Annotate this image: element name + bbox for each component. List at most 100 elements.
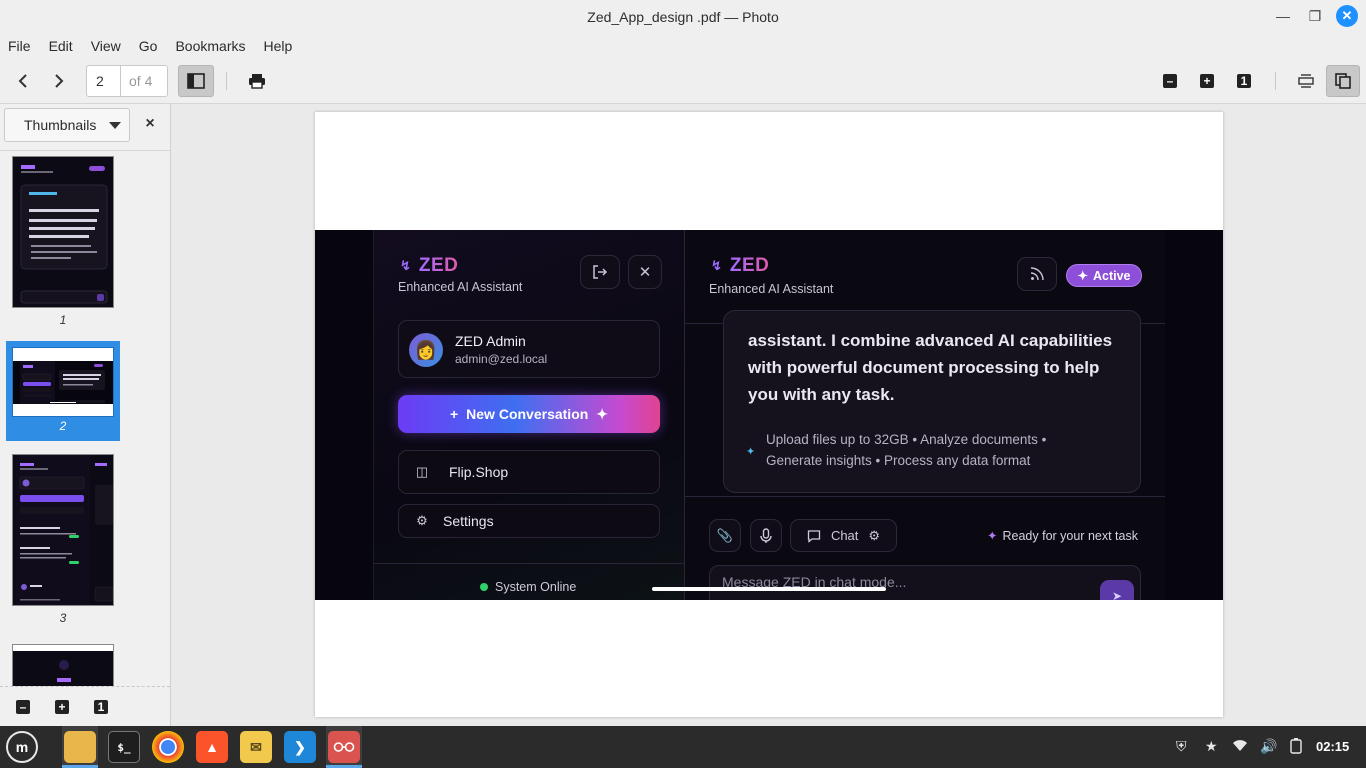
menu-file[interactable]: File bbox=[8, 38, 31, 54]
dual-page-button[interactable] bbox=[1326, 65, 1360, 97]
brave-icon[interactable]: ▲ bbox=[196, 731, 228, 763]
chevron-down-icon bbox=[109, 122, 121, 129]
print-button[interactable] bbox=[240, 65, 274, 97]
sidebar-icon bbox=[187, 73, 205, 89]
assistant-message: assistant. I combine advanced AI capabil… bbox=[723, 310, 1141, 493]
shield-icon[interactable]: ⛨ bbox=[1176, 738, 1187, 755]
ready-status: ✦ Ready for your next task bbox=[987, 528, 1138, 544]
menu-go[interactable]: Go bbox=[139, 38, 158, 54]
dual-page-icon bbox=[1335, 73, 1351, 89]
menu-item-label: Flip.Shop bbox=[449, 464, 509, 480]
document-page: ↯ ZED Enhanced AI Assistant ✕ 👩 ZED Admi… bbox=[315, 112, 1223, 717]
menu-item-settings[interactable]: ⚙ Settings bbox=[398, 504, 660, 538]
thumbnail-zoom-out-button[interactable]: – bbox=[6, 691, 40, 723]
brand-name: ZED bbox=[729, 255, 770, 276]
rss-button[interactable] bbox=[1017, 257, 1057, 291]
send-button[interactable]: ➤ bbox=[1100, 580, 1134, 600]
sidebar-zoom-controls: – + 1 bbox=[0, 686, 170, 726]
menu-bar: File Edit View Go Bookmarks Help bbox=[0, 33, 1366, 59]
menu-edit[interactable]: Edit bbox=[49, 38, 73, 54]
wifi-shape bbox=[1233, 740, 1247, 751]
menu-icon[interactable]: m bbox=[6, 731, 38, 763]
close-icon[interactable]: ✕ bbox=[1336, 5, 1358, 27]
divider bbox=[374, 563, 686, 564]
minus-icon: – bbox=[16, 700, 30, 714]
title-bar: Zed_App_design .pdf — Photo — ❐ ✕ bbox=[0, 0, 1366, 33]
user-card[interactable]: 👩 ZED Admin admin@zed.local bbox=[398, 320, 660, 378]
brand-name: ZED bbox=[418, 255, 459, 276]
gear-icon: ⚙ bbox=[868, 527, 881, 543]
window-title: Zed_App_design .pdf — Photo bbox=[587, 8, 779, 25]
chat-mode-selector[interactable]: Chat ⚙ bbox=[790, 519, 897, 552]
microphone-button[interactable] bbox=[750, 519, 782, 552]
sidebar-toggle-button[interactable] bbox=[178, 65, 214, 97]
thumbnail-page-2[interactable] bbox=[12, 347, 114, 417]
battery-icon[interactable] bbox=[1290, 738, 1302, 757]
close-panel-button[interactable]: ✕ bbox=[628, 255, 662, 289]
thumbnail-zoom-in-button[interactable]: + bbox=[45, 691, 79, 723]
vscode-icon[interactable]: ❯ bbox=[284, 731, 316, 763]
toolbar: 2 of 4 – + 1 bbox=[0, 59, 1366, 104]
sparkle-icon: ✦ bbox=[596, 405, 609, 422]
taskbar: m $_ ▲ ✉ ❯ ⛨ ★ 🔊 02:15 bbox=[0, 726, 1366, 768]
microphone-icon bbox=[760, 527, 772, 543]
minus-icon: – bbox=[1163, 74, 1177, 88]
chat-panel: ↯ ZED Enhanced AI Assistant ✦ Active ass… bbox=[685, 230, 1165, 600]
status-badge: ✦ Active bbox=[1066, 264, 1142, 287]
zoom-out-button[interactable]: – bbox=[1153, 65, 1187, 97]
message-input[interactable]: Message ZED in chat mode... ➤ bbox=[709, 565, 1141, 600]
thumbnail-page-4[interactable] bbox=[12, 644, 114, 686]
close-sidebar-button[interactable]: × bbox=[140, 114, 160, 134]
toolbar-separator bbox=[226, 72, 227, 90]
attach-button[interactable]: 📎 bbox=[709, 519, 741, 552]
chat-mode-label: Chat bbox=[830, 528, 859, 543]
gear-icon: ⚙ bbox=[416, 513, 428, 528]
wifi-icon[interactable] bbox=[1232, 738, 1248, 755]
thumbnail-page-3[interactable] bbox=[12, 454, 114, 606]
terminal-icon[interactable]: $_ bbox=[108, 731, 140, 763]
clock[interactable]: 02:15 bbox=[1316, 739, 1349, 754]
logout-icon bbox=[593, 265, 608, 279]
minimize-icon[interactable]: — bbox=[1272, 5, 1294, 27]
page-navigator: 2 of 4 bbox=[86, 65, 168, 97]
volume-icon[interactable]: 🔊 bbox=[1260, 738, 1277, 755]
next-page-button[interactable] bbox=[42, 65, 76, 97]
star-icon[interactable]: ★ bbox=[1205, 738, 1218, 755]
thumbnail-zoom-reset-button[interactable]: 1 bbox=[84, 691, 118, 723]
user-name: ZED Admin bbox=[455, 333, 526, 349]
mail-icon[interactable]: ✉ bbox=[240, 731, 272, 763]
user-email: admin@zed.local bbox=[455, 352, 548, 366]
chrome-icon[interactable] bbox=[152, 731, 184, 763]
document-viewer-icon[interactable] bbox=[328, 731, 360, 763]
message-text: assistant. I combine advanced AI capabil… bbox=[748, 327, 1128, 408]
continuous-scroll-button[interactable] bbox=[1289, 65, 1323, 97]
current-page-input[interactable]: 2 bbox=[87, 66, 121, 96]
page-total: of 4 bbox=[129, 73, 153, 89]
zoom-reset-button[interactable]: 1 bbox=[1227, 65, 1261, 97]
thumbnail-list: 1 2 3 bbox=[0, 150, 170, 686]
thumbnail-preview bbox=[13, 455, 113, 605]
thumbnail-preview bbox=[13, 348, 113, 416]
new-conversation-button[interactable]: + New Conversation ✦ bbox=[398, 395, 660, 433]
menu-item-label: Settings bbox=[443, 513, 494, 529]
brand-logo: ↯ ZED bbox=[711, 255, 769, 277]
toolbar-separator bbox=[1275, 72, 1276, 90]
sparkle-icon: ✦ bbox=[1077, 269, 1088, 283]
menu-item-flip-shop[interactable]: ◫ Flip.Shop bbox=[398, 450, 660, 494]
files-icon[interactable] bbox=[64, 731, 96, 763]
logout-button[interactable] bbox=[580, 255, 620, 289]
thumbnail-page-1[interactable] bbox=[12, 156, 114, 308]
menu-help[interactable]: Help bbox=[264, 38, 293, 54]
document-view[interactable]: ↯ ZED Enhanced AI Assistant ✕ 👩 ZED Admi… bbox=[171, 104, 1366, 726]
bolt-icon: ↯ bbox=[711, 258, 722, 273]
menu-bookmarks[interactable]: Bookmarks bbox=[175, 38, 245, 54]
thumbnail-label-3: 3 bbox=[59, 611, 67, 625]
mint-logo-icon: m bbox=[15, 739, 29, 755]
sidebar-mode-select[interactable]: Thumbnails bbox=[4, 108, 130, 142]
plus-icon: + bbox=[449, 406, 459, 422]
zoom-in-button[interactable]: + bbox=[1190, 65, 1224, 97]
previous-page-button[interactable] bbox=[6, 65, 40, 97]
message-line: assistant. I combine advanced AI capabil… bbox=[748, 331, 1113, 350]
maximize-icon[interactable]: ❐ bbox=[1304, 5, 1326, 27]
menu-view[interactable]: View bbox=[91, 38, 121, 54]
